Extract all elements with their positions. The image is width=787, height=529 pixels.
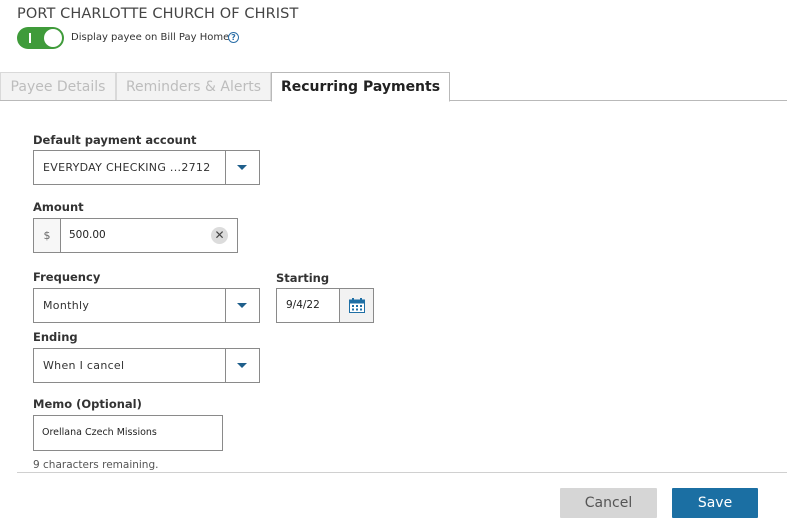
payment-account-value: EVERYDAY CHECKING ...2712 xyxy=(43,161,211,174)
tab-recurring-payments[interactable]: Recurring Payments xyxy=(271,72,450,102)
ending-value: When I cancel xyxy=(43,359,125,372)
chevron-down-icon xyxy=(237,303,247,308)
save-button[interactable]: Save xyxy=(672,488,758,518)
ending-select[interactable]: When I cancel xyxy=(33,348,260,383)
toggle-knob xyxy=(44,29,62,47)
starting-label: Starting xyxy=(276,271,330,285)
payee-title: PORT CHARLOTTE CHURCH OF CHRIST xyxy=(17,6,299,22)
chevron-down-icon xyxy=(237,363,247,368)
calendar-icon xyxy=(349,298,365,313)
ending-label: Ending xyxy=(33,330,78,344)
frequency-select[interactable]: Monthly xyxy=(33,288,260,323)
select-divider xyxy=(225,289,226,322)
frequency-label: Frequency xyxy=(33,270,101,284)
clear-icon[interactable]: ✕ xyxy=(211,227,228,244)
frequency-value: Monthly xyxy=(43,299,90,312)
cancel-button[interactable]: Cancel xyxy=(560,488,657,518)
memo-input[interactable]: Orellana Czech Missions xyxy=(34,416,222,450)
memo-characters-remaining: 9 characters remaining. xyxy=(33,459,159,471)
account-label: Default payment account xyxy=(33,133,197,147)
starting-date-field: 9/4/22 xyxy=(276,288,374,323)
currency-prefix: $ xyxy=(34,219,61,252)
display-payee-toggle[interactable] xyxy=(17,27,64,49)
toggle-label: Display payee on Bill Pay Home xyxy=(71,32,230,43)
select-divider xyxy=(225,151,226,184)
toggle-on-indicator xyxy=(29,33,31,43)
help-icon[interactable]: ? xyxy=(228,32,239,43)
footer-divider xyxy=(17,472,787,473)
chevron-down-icon xyxy=(237,165,247,170)
payment-account-select[interactable]: EVERYDAY CHECKING ...2712 xyxy=(33,150,260,185)
memo-field: Orellana Czech Missions xyxy=(33,415,223,451)
tab-reminders-alerts[interactable]: Reminders & Alerts xyxy=(116,72,271,101)
amount-field: $ 500.00 ✕ xyxy=(33,218,238,253)
select-divider xyxy=(225,349,226,382)
calendar-button[interactable] xyxy=(339,289,373,322)
memo-label: Memo (Optional) xyxy=(33,397,142,411)
amount-input[interactable]: 500.00 xyxy=(62,219,202,252)
tab-payee-details[interactable]: Payee Details xyxy=(0,72,116,101)
amount-label: Amount xyxy=(33,200,84,214)
starting-date-input[interactable]: 9/4/22 xyxy=(277,289,340,322)
